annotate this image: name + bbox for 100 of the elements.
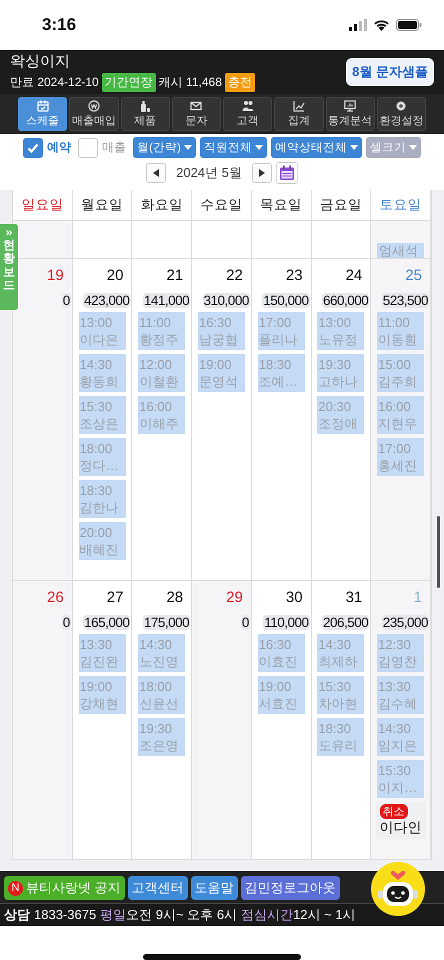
- checkbox-label: 매출: [102, 139, 126, 156]
- nav-tab[interactable]: 문자: [172, 97, 221, 131]
- appointment[interactable]: 17:00 폴리나: [258, 312, 305, 350]
- footer-button[interactable]: 김민정로그아웃: [240, 876, 340, 900]
- nav-tab[interactable]: 매출매입: [69, 97, 118, 131]
- appointment[interactable]: 16:00 이해주: [138, 396, 186, 434]
- appointment[interactable]: 14:30 노진영: [138, 634, 186, 672]
- nav-tab[interactable]: 고객: [223, 97, 272, 131]
- day-number: 24: [344, 267, 364, 286]
- day-cell[interactable]: 29 0: [192, 581, 252, 859]
- people-icon: [242, 100, 254, 112]
- appointment[interactable]: 15:30 조상은: [78, 396, 126, 434]
- next-month-button[interactable]: [252, 163, 272, 183]
- nav-tab[interactable]: 스케줄: [18, 97, 68, 131]
- day-cell[interactable]: 엄새석: [371, 221, 431, 258]
- promo-banner[interactable]: 8월 문자샘플: [346, 58, 434, 86]
- day-cell[interactable]: 28 175,000 14:30 노진영 18:00 신윤선 19:30 조은영: [132, 581, 192, 859]
- previous-month-button[interactable]: [146, 163, 166, 183]
- appointment[interactable]: 11:00 황정주: [138, 312, 186, 350]
- gear-icon: [395, 100, 408, 112]
- extend-button[interactable]: 기간연장: [102, 73, 156, 92]
- day-cell[interactable]: 26 0: [13, 581, 73, 859]
- calendar-icon: [278, 165, 295, 181]
- appointment[interactable]: 엄새석: [377, 243, 424, 258]
- day-cell[interactable]: [13, 221, 73, 258]
- day-cell[interactable]: 30 110,000 16:30 이효진 19:00 서효진: [252, 581, 312, 859]
- appointment[interactable]: 20:30 조정애: [317, 396, 364, 434]
- checkbox[interactable]: [78, 138, 98, 158]
- appointment[interactable]: 18:00 신윤선: [138, 676, 186, 714]
- appointment[interactable]: 13:00 이다은: [78, 312, 126, 350]
- day-cell[interactable]: 25 523,500 11:00 이동훤 15:00 김주희 16:00 지현우 17:00 홍세진: [371, 259, 431, 580]
- checkbox-label: 예약: [47, 139, 72, 156]
- appointment[interactable]: 15:30 차아현: [317, 676, 364, 714]
- appointment[interactable]: 16:00 지현우: [377, 396, 424, 434]
- nav-tab[interactable]: 제품: [120, 97, 170, 131]
- checkbox[interactable]: [23, 138, 44, 158]
- day-cell[interactable]: 21 141,000 11:00 황정주 12:00 이철환 16:00 이해주: [132, 259, 192, 580]
- appointment[interactable]: 14:30 최제하: [317, 634, 364, 672]
- appointment[interactable]: 19:30 조은영: [138, 718, 186, 756]
- day-cell[interactable]: 24 660,000 13:00 노유정 19:30 고하나 20:30 조정애: [312, 259, 372, 580]
- appointment[interactable]: 19:30 고하나: [317, 354, 364, 392]
- signal-icon: [349, 19, 367, 31]
- status-board-tab[interactable]: » 현황보드: [0, 224, 18, 310]
- day-cell[interactable]: 23 150,000 17:00 폴리나 18:30 조예…: [252, 259, 312, 580]
- appointment[interactable]: 19:00 서효진: [258, 676, 305, 714]
- footer-button[interactable]: N 뷰티사랑넷 공지: [4, 876, 125, 900]
- appointment[interactable]: 13:00 노유정: [317, 312, 364, 350]
- calendar-button[interactable]: [276, 162, 298, 184]
- appointment[interactable]: 14:30 황동희: [78, 354, 126, 392]
- dropdown[interactable]: 직원전체: [200, 137, 267, 158]
- appointment[interactable]: 18:30 김한나: [78, 480, 126, 518]
- day-total: 206,500: [322, 615, 370, 630]
- day-cell[interactable]: 22 310,000 16:30 남궁협 19:00 문영석: [192, 259, 252, 580]
- appointment[interactable]: 17:00 홍세진: [377, 438, 424, 476]
- appointment[interactable]: 19:00 문영석: [198, 354, 245, 392]
- contact-info: 상담 1833-3675 평일오전 9시~ 오후 6시 점심시간12시 ~ 1시: [0, 903, 444, 926]
- appointment[interactable]: 12:30 김영찬: [377, 634, 424, 672]
- day-cell[interactable]: 20 423,000 13:00 이다은 14:30 황동희 15:30 조상은 18:00 정다… 18:30 김한나 20:00 배혜진: [72, 259, 132, 580]
- appointment[interactable]: 14:30 임지은: [377, 718, 424, 756]
- day-total: 235,000: [382, 615, 429, 630]
- appointment[interactable]: 11:00 이동훤: [377, 312, 424, 350]
- appointment[interactable]: 13:30 김진완: [78, 634, 126, 672]
- day-total: 423,000: [83, 293, 130, 308]
- appointment[interactable]: 18:00 정다…: [78, 438, 126, 476]
- nav-tab[interactable]: 통계분석: [326, 97, 375, 131]
- day-cell[interactable]: 1 235,000 12:30 김영찬 13:30 김수혜 14:30 임지은 15:30 이지… 취소 이다인: [371, 581, 431, 859]
- nav-tab[interactable]: 환경설정: [376, 97, 426, 131]
- day-number: 19: [46, 267, 65, 286]
- weekday-header: 월요일: [72, 190, 132, 220]
- envelope-icon: [190, 100, 202, 112]
- monitor-icon: [344, 100, 356, 112]
- appointment[interactable]: 15:30 이지…: [377, 760, 424, 798]
- day-number: 28: [165, 589, 184, 608]
- footer-button[interactable]: 고객센터: [128, 876, 188, 900]
- day-number: 30: [284, 589, 304, 608]
- day-cell[interactable]: 31 206,500 14:30 최제하 15:30 차아현 18:30 도유리: [312, 581, 372, 859]
- appointment[interactable]: 19:00 강채현: [78, 676, 126, 714]
- appointment[interactable]: 12:00 이철환: [138, 354, 186, 392]
- appointment[interactable]: 16:30 남궁협: [198, 312, 245, 350]
- nav-tab[interactable]: 집계: [274, 97, 324, 131]
- dropdown[interactable]: 월(간략): [133, 137, 196, 158]
- chart-icon: [292, 100, 305, 112]
- battery-icon: [396, 19, 422, 31]
- appointment[interactable]: 18:30 도유리: [317, 718, 364, 756]
- footer-button[interactable]: 도움말: [190, 876, 238, 900]
- weekday-header: 금요일: [312, 190, 372, 220]
- coin-icon: [88, 100, 100, 112]
- appointment[interactable]: 18:30 조예…: [258, 354, 305, 392]
- appointment[interactable]: 16:30 이효진: [258, 634, 305, 672]
- appointment[interactable]: 15:00 김주희: [377, 354, 424, 392]
- day-cell[interactable]: 27 165,000 13:30 김진완 19:00 강채현: [72, 581, 132, 859]
- canceled-appointment[interactable]: 이다인: [380, 819, 422, 837]
- charge-button[interactable]: 충전: [224, 73, 255, 92]
- day-number: 31: [344, 589, 364, 608]
- month-label: 2024년 5월: [175, 164, 243, 182]
- appointment[interactable]: 20:00 배혜진: [78, 522, 126, 560]
- day-cell[interactable]: 19 0: [13, 259, 73, 580]
- scrollbar[interactable]: [437, 516, 440, 588]
- appointment[interactable]: 13:30 김수혜: [377, 676, 424, 714]
- dropdown[interactable]: 예약상태전체: [270, 137, 362, 158]
